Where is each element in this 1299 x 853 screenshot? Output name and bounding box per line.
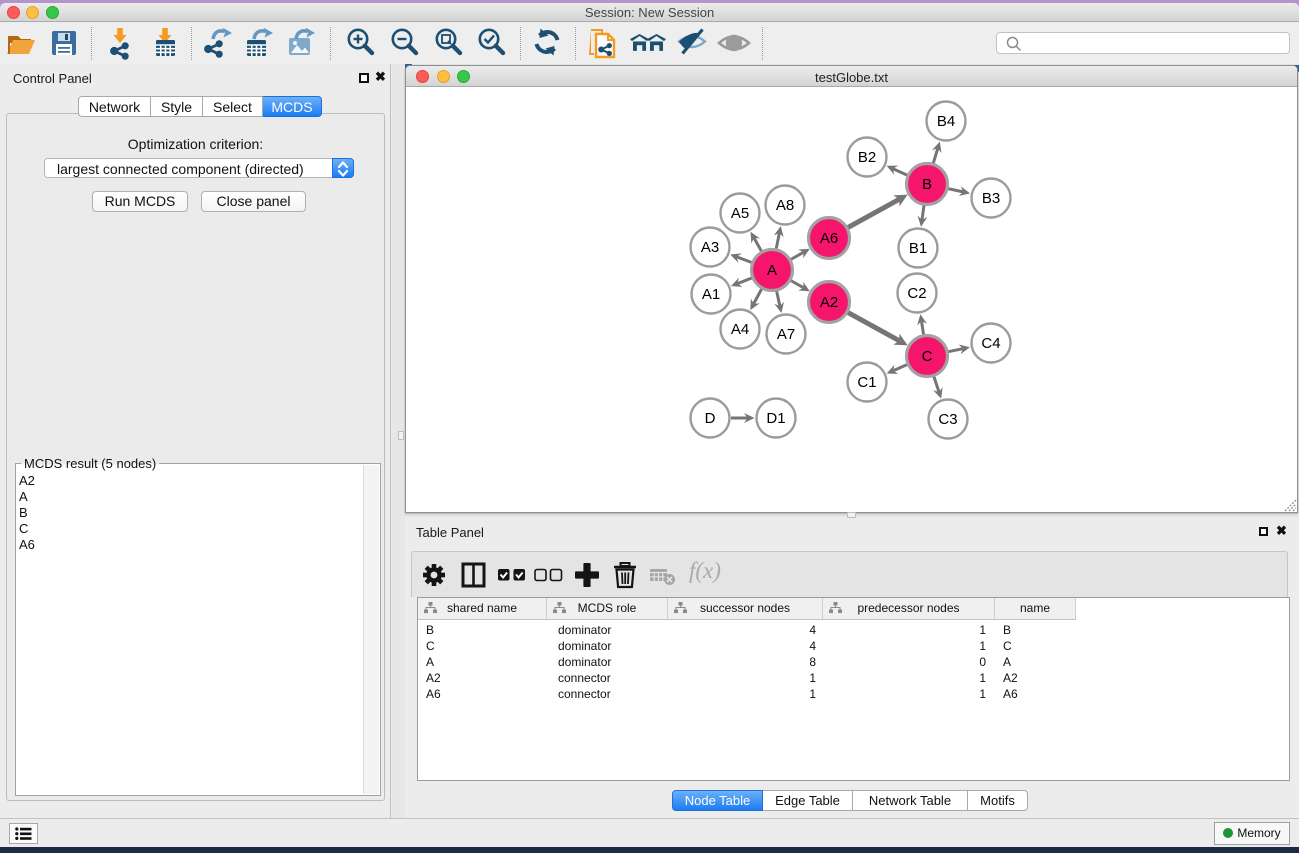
svg-text:B2: B2 (858, 149, 876, 166)
svg-text:D: D (705, 410, 716, 427)
svg-text:B4: B4 (937, 113, 955, 130)
svg-text:B3: B3 (982, 190, 1000, 207)
svg-text:D1: D1 (766, 410, 785, 427)
svg-text:C3: C3 (938, 411, 957, 428)
svg-text:A1: A1 (702, 286, 720, 303)
svg-text:C2: C2 (907, 285, 926, 302)
svg-text:B1: B1 (909, 240, 927, 257)
svg-text:A: A (767, 262, 777, 279)
svg-text:A8: A8 (776, 197, 794, 214)
svg-text:A3: A3 (701, 239, 719, 256)
svg-text:A7: A7 (777, 326, 795, 343)
svg-text:C: C (922, 348, 933, 365)
svg-text:A2: A2 (820, 294, 838, 311)
svg-text:C1: C1 (857, 374, 876, 391)
svg-text:A5: A5 (731, 205, 749, 222)
svg-text:A4: A4 (731, 321, 749, 338)
svg-text:A6: A6 (820, 230, 838, 247)
svg-text:C4: C4 (981, 335, 1000, 352)
svg-text:B: B (922, 176, 932, 193)
